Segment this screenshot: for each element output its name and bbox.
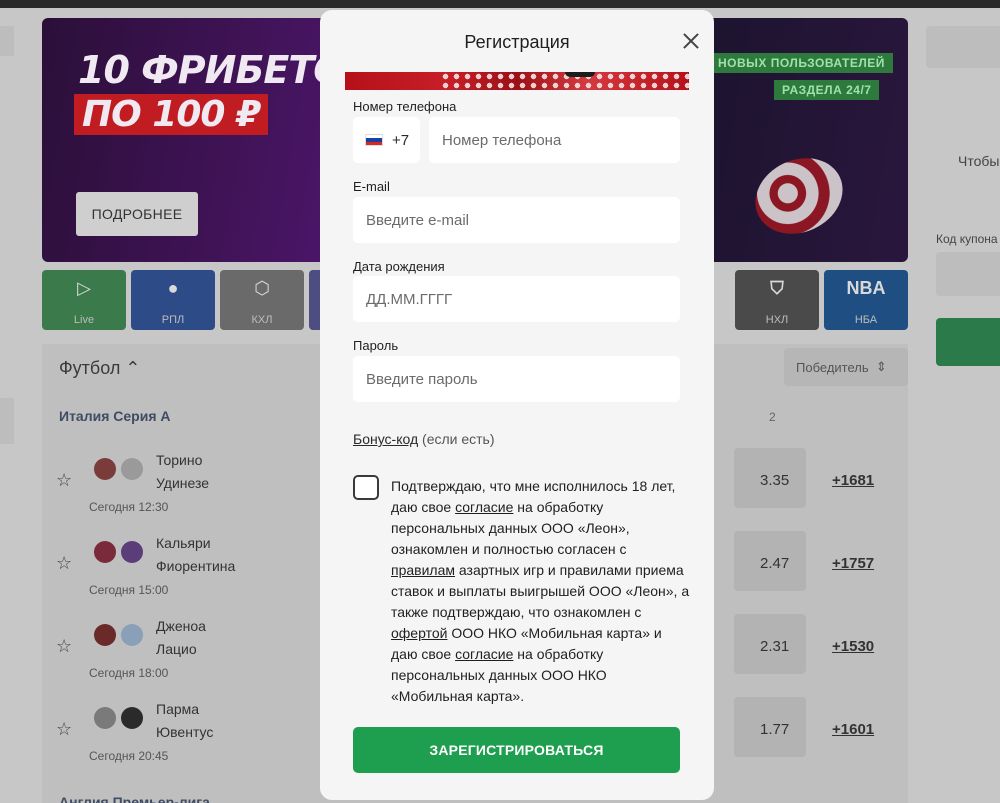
match-time: Сегодня 18:00 — [89, 666, 169, 680]
team-crest-icon — [121, 707, 143, 729]
country-code-select[interactable]: +7 — [353, 117, 420, 163]
team-crest-icon — [94, 624, 116, 646]
match-time: Сегодня 12:30 — [89, 500, 169, 514]
team-name: Торино — [156, 452, 203, 468]
tile-live[interactable]: ▷ Live — [42, 270, 126, 330]
left-edge-element — [0, 26, 14, 56]
banner-tag: НОВЫХ ПОЛЬЗОВАТЕЛЕЙ — [710, 53, 893, 73]
more-markets-link[interactable]: +1757 — [832, 555, 874, 572]
match-time: Сегодня 20:45 — [89, 749, 169, 763]
coupon-label: Код купона — [936, 232, 998, 246]
tile-label: НБА — [854, 314, 878, 326]
play-icon: ▷ — [77, 278, 91, 298]
team-name: Парма — [156, 701, 200, 717]
more-markets-link[interactable]: +1530 — [832, 638, 874, 655]
team-crest-icon — [94, 707, 116, 729]
sport-title-text: Футбол — [59, 358, 121, 378]
odd-value: 3.35 — [760, 472, 790, 489]
rules-link[interactable]: правилам — [391, 562, 455, 578]
coupon-input[interactable] — [936, 252, 1000, 296]
more-markets-link[interactable]: +1681 — [832, 472, 874, 489]
tile-nhl[interactable]: ⛉ НХЛ — [735, 270, 819, 330]
odd-value: 2.31 — [760, 638, 790, 655]
consent-link-2[interactable]: согласие — [455, 646, 513, 662]
star-icon[interactable]: ☆ — [56, 719, 72, 740]
promo-image — [345, 72, 689, 90]
close-icon[interactable] — [680, 30, 702, 52]
birthdate-label: Дата рождения — [353, 259, 445, 274]
bonus-code-link[interactable]: Бонус-код — [353, 431, 418, 447]
league-title[interactable]: Англия Премьер-лига — [59, 794, 210, 803]
left-edge-element — [0, 398, 14, 444]
phone-label: Номер телефона — [353, 99, 457, 114]
coupon-apply-button[interactable] — [936, 318, 1000, 366]
team-crest-icon — [121, 458, 143, 480]
register-button[interactable]: ЗАРЕГИСТРИРОВАТЬСЯ — [353, 727, 680, 773]
betslip-text: Чтобы — [958, 153, 1000, 169]
tile-khl[interactable]: ⬡ КХЛ — [220, 270, 304, 330]
email-label: E-mail — [353, 179, 390, 194]
market-select[interactable]: Победитель ⇕ — [784, 348, 908, 386]
promo-image-pattern — [440, 72, 689, 90]
modal-title: Регистрация — [464, 32, 570, 52]
banner-more-button[interactable]: ПОДРОБНЕЕ — [76, 192, 198, 236]
nba-logo-icon: NBA — [846, 278, 886, 298]
banner-subheadline: ПО 100 ₽ — [74, 94, 268, 135]
sort-icon: ⇕ — [875, 359, 887, 374]
odd-value: 2.47 — [760, 555, 790, 572]
team-crest-icon — [121, 624, 143, 646]
column-header: 2 — [769, 410, 776, 424]
more-markets-link[interactable]: +1601 — [832, 721, 874, 738]
bonus-code-hint: (если есть) — [418, 431, 495, 447]
promo-image-detail — [565, 72, 595, 77]
team-name: Фиорентина — [156, 558, 236, 574]
registration-modal: Регистрация Номер телефона +7 Номер теле… — [320, 10, 714, 800]
birthdate-input[interactable]: ДД.ММ.ГГГГ — [353, 276, 680, 322]
team-crest-icon — [121, 541, 143, 563]
tile-label: РПЛ — [161, 314, 185, 326]
market-select-value: Победитель — [796, 359, 869, 375]
betslip-tab[interactable] — [926, 26, 1000, 68]
team-name: Лацио — [156, 641, 197, 657]
banner-tag: РАЗДЕЛА 24/7 — [774, 80, 880, 100]
tile-rpl[interactable]: ● РПЛ — [131, 270, 215, 330]
tile-label: Live — [73, 314, 95, 326]
phone-input[interactable]: Номер телефона — [429, 117, 680, 163]
consent-link[interactable]: согласие — [455, 499, 513, 515]
bear-icon: ● — [167, 278, 179, 298]
nhl-logo-icon: ⛉ — [770, 278, 784, 298]
star-icon[interactable]: ☆ — [56, 553, 72, 574]
team-crest-icon — [94, 541, 116, 563]
match-time: Сегодня 15:00 — [89, 583, 169, 597]
offer-link[interactable]: офертой — [391, 625, 447, 641]
betslip-panel: Чтобы Код купона — [926, 26, 1000, 803]
tile-label: КХЛ — [251, 314, 273, 326]
consent-text: Подтверждаю, что мне исполнилось 18 лет,… — [391, 476, 691, 707]
email-input[interactable]: Введите e-mail — [353, 197, 680, 243]
league-title[interactable]: Италия Серия А — [59, 408, 171, 424]
chevron-up-icon: ⌃ — [125, 358, 141, 378]
team-name: Дженоа — [156, 618, 206, 634]
country-code: +7 — [392, 131, 410, 149]
team-name: Ювентус — [156, 724, 214, 740]
password-input[interactable]: Введите пароль — [353, 356, 680, 402]
tile-nba[interactable]: NBA НБА — [824, 270, 908, 330]
top-bar — [0, 0, 1000, 8]
team-crest-icon — [94, 458, 116, 480]
ball-image — [743, 144, 855, 248]
consent-checkbox[interactable] — [353, 475, 379, 500]
password-label: Пароль — [353, 338, 399, 353]
russia-flag-icon — [365, 134, 383, 146]
sport-title[interactable]: Футбол ⌃ — [59, 358, 140, 379]
team-name: Кальяри — [156, 535, 211, 551]
star-icon[interactable]: ☆ — [56, 470, 72, 491]
bonus-code-row: Бонус-код (если есть) — [353, 431, 495, 447]
tile-label: НХЛ — [765, 314, 789, 326]
star-icon[interactable]: ☆ — [56, 636, 72, 657]
khl-logo-icon: ⬡ — [254, 278, 270, 298]
team-name: Удинезе — [156, 475, 210, 491]
odd-value: 1.77 — [760, 721, 790, 738]
